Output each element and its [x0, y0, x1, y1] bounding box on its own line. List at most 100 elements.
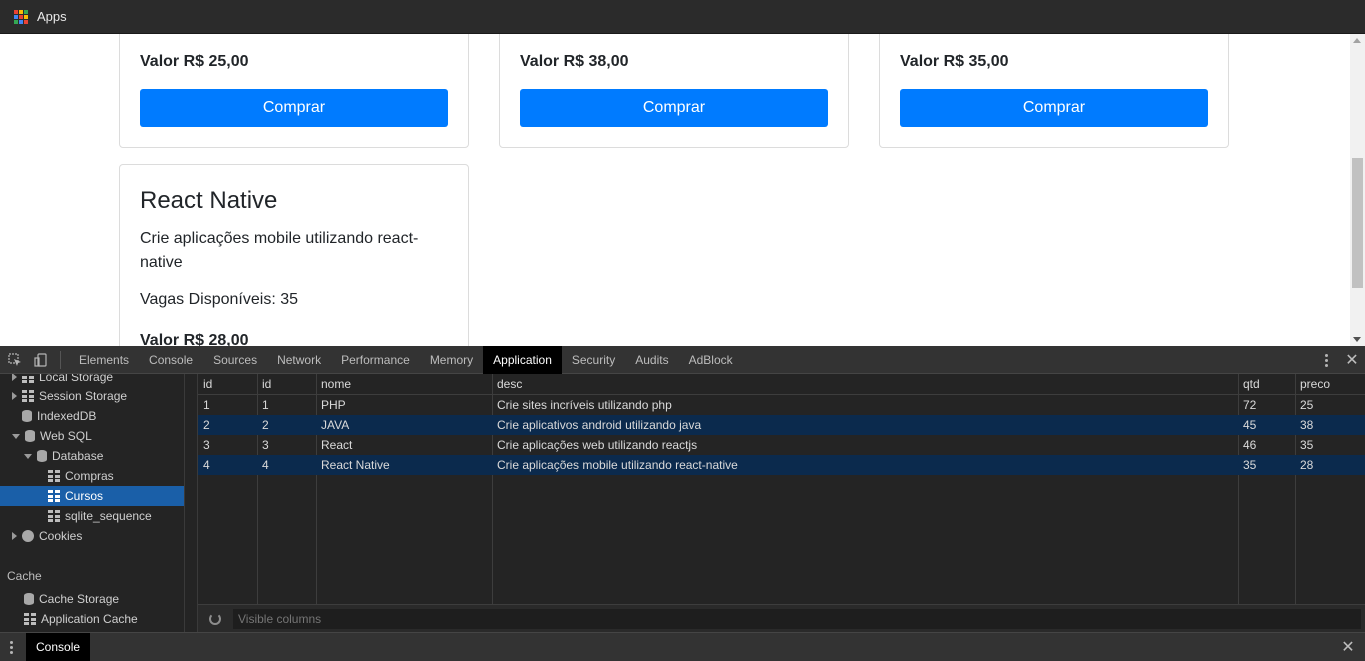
table-icon	[48, 510, 60, 522]
buy-button[interactable]: Comprar	[900, 89, 1208, 127]
collapse-arrow-icon[interactable]	[12, 433, 20, 439]
table-cell: 2	[262, 418, 269, 432]
column-header[interactable]: desc	[492, 374, 1238, 394]
visible-columns-input[interactable]	[233, 608, 1361, 629]
page-scrollbar[interactable]	[1350, 34, 1365, 346]
tree-cookies[interactable]: Cookies	[12, 526, 82, 546]
column-header[interactable]: qtd	[1238, 374, 1295, 394]
collapse-arrow-icon[interactable]	[24, 453, 32, 459]
tree-application-cache[interactable]: Application Cache	[24, 609, 138, 629]
table-header-row: id id nome desc qtd preco	[198, 374, 1365, 395]
tree-session-storage[interactable]: Session Storage	[12, 386, 127, 406]
refresh-icon[interactable]	[209, 612, 221, 625]
tab-network[interactable]: Network	[267, 346, 331, 374]
tab-performance[interactable]: Performance	[331, 346, 420, 374]
table-cell: Crie sites incríveis utilizando php	[497, 398, 672, 412]
tab-application[interactable]: Application	[483, 345, 562, 374]
tree-table-cursos[interactable]: Cursos	[0, 486, 184, 506]
storage-grid-icon	[22, 390, 34, 402]
table-footer	[198, 604, 1365, 632]
course-card-react-native: React Native Crie aplicações mobile util…	[119, 164, 469, 346]
tree-label: Compras	[65, 469, 114, 483]
table-cell: 25	[1300, 398, 1314, 412]
expand-arrow-icon[interactable]	[12, 532, 17, 540]
expand-arrow-icon[interactable]	[12, 392, 17, 400]
card-vacancies: Vagas Disponíveis: 35	[140, 291, 299, 308]
card-title: React Native	[140, 187, 278, 214]
tree-label: Cookies	[39, 529, 83, 543]
storage-grid-icon	[24, 613, 36, 625]
table-cell: 4	[203, 458, 210, 472]
table-cell: 1	[262, 398, 269, 412]
table-cell: 46	[1243, 438, 1257, 452]
table-cell: 45	[1243, 418, 1257, 432]
tab-sources[interactable]: Sources	[203, 346, 267, 374]
cookie-icon	[22, 530, 34, 542]
apps-grid-icon[interactable]	[14, 9, 28, 24]
console-drawer: Console ✕	[0, 632, 1365, 661]
table-cell: 28	[1300, 458, 1314, 472]
tree-label: Application Cache	[41, 612, 138, 626]
tree-cache-storage[interactable]: Cache Storage	[24, 589, 119, 609]
more-options-icon[interactable]	[1313, 346, 1339, 374]
buy-button[interactable]: Comprar	[520, 89, 828, 127]
tree-database[interactable]: Database	[24, 446, 103, 466]
column-header[interactable]: preco	[1295, 374, 1365, 394]
sidebar-splitter[interactable]	[185, 374, 198, 632]
table-row[interactable]: 2 2 JAVA Crie aplicativos android utiliz…	[198, 415, 1365, 435]
column-header[interactable]: id	[257, 374, 316, 394]
table-row[interactable]: 4 4 React Native Crie aplicações mobile …	[198, 455, 1365, 475]
table-row[interactable]: 3 3 React Crie aplicações web utilizando…	[198, 435, 1365, 455]
column-header[interactable]: nome	[316, 374, 492, 394]
tree-label: Cursos	[65, 489, 104, 503]
close-drawer-icon[interactable]: ✕	[1335, 637, 1361, 657]
course-card: Valor R$ 35,00 Comprar	[879, 34, 1229, 148]
table-cell: 38	[1300, 418, 1314, 432]
tab-console[interactable]: Console	[139, 346, 203, 374]
database-icon	[37, 450, 47, 462]
tree-indexeddb[interactable]: IndexedDB	[12, 406, 96, 426]
table-cell: PHP	[321, 398, 346, 412]
inspect-element-icon[interactable]	[2, 346, 28, 374]
tree-table-compras[interactable]: Compras	[48, 466, 114, 486]
close-devtools-icon[interactable]: ✕	[1339, 350, 1365, 370]
tree-label: Database	[52, 449, 104, 463]
bookmarks-bar: Apps	[0, 0, 1365, 34]
tab-memory[interactable]: Memory	[420, 346, 483, 374]
table-icon	[48, 470, 60, 482]
device-toolbar-icon[interactable]	[28, 346, 54, 374]
toolbar-separator	[60, 350, 61, 369]
card-price: Valor R$ 38,00	[520, 53, 629, 70]
table-cell: Crie aplicativos android utilizando java	[497, 418, 702, 432]
drawer-tab-console[interactable]: Console	[26, 633, 91, 661]
column-header[interactable]: id	[198, 374, 257, 394]
page-viewport: Valor R$ 25,00 Comprar Valor R$ 38,00 Co…	[0, 34, 1365, 346]
section-cache-heading: Cache	[7, 569, 42, 583]
tab-security[interactable]: Security	[562, 346, 625, 374]
database-icon	[25, 430, 35, 442]
database-icon	[24, 593, 34, 605]
table-cell: 35	[1243, 458, 1257, 472]
tree-label: Session Storage	[39, 389, 128, 403]
table-cell: 1	[203, 398, 210, 412]
apps-bookmark[interactable]: Apps	[37, 9, 67, 24]
tab-elements[interactable]: Elements	[69, 346, 139, 374]
tree-web-sql[interactable]: Web SQL	[12, 426, 92, 446]
table-cell: Crie aplicações web utilizando reactjs	[497, 438, 698, 452]
expand-arrow-icon[interactable]	[12, 374, 17, 381]
tab-audits[interactable]: Audits	[625, 346, 678, 374]
table-cell: React Native	[321, 458, 390, 472]
buy-button[interactable]: Comprar	[140, 89, 448, 127]
scroll-up-arrow-icon[interactable]	[1353, 38, 1361, 43]
table-cell: React	[321, 438, 353, 452]
table-row[interactable]: 1 1 PHP Crie sites incríveis utilizando …	[198, 395, 1365, 415]
drawer-menu-icon[interactable]	[10, 641, 13, 654]
tree-table-sqlite-sequence[interactable]: sqlite_sequence	[48, 506, 152, 526]
storage-grid-icon	[22, 374, 34, 383]
tab-adblock[interactable]: AdBlock	[679, 346, 743, 374]
table-cell: 3	[203, 438, 210, 452]
scroll-down-arrow-icon[interactable]	[1353, 337, 1361, 342]
scroll-thumb[interactable]	[1352, 158, 1363, 288]
table-cell: JAVA	[321, 418, 350, 432]
application-sidebar: Local Storage Session Storage IndexedDB …	[0, 374, 185, 632]
